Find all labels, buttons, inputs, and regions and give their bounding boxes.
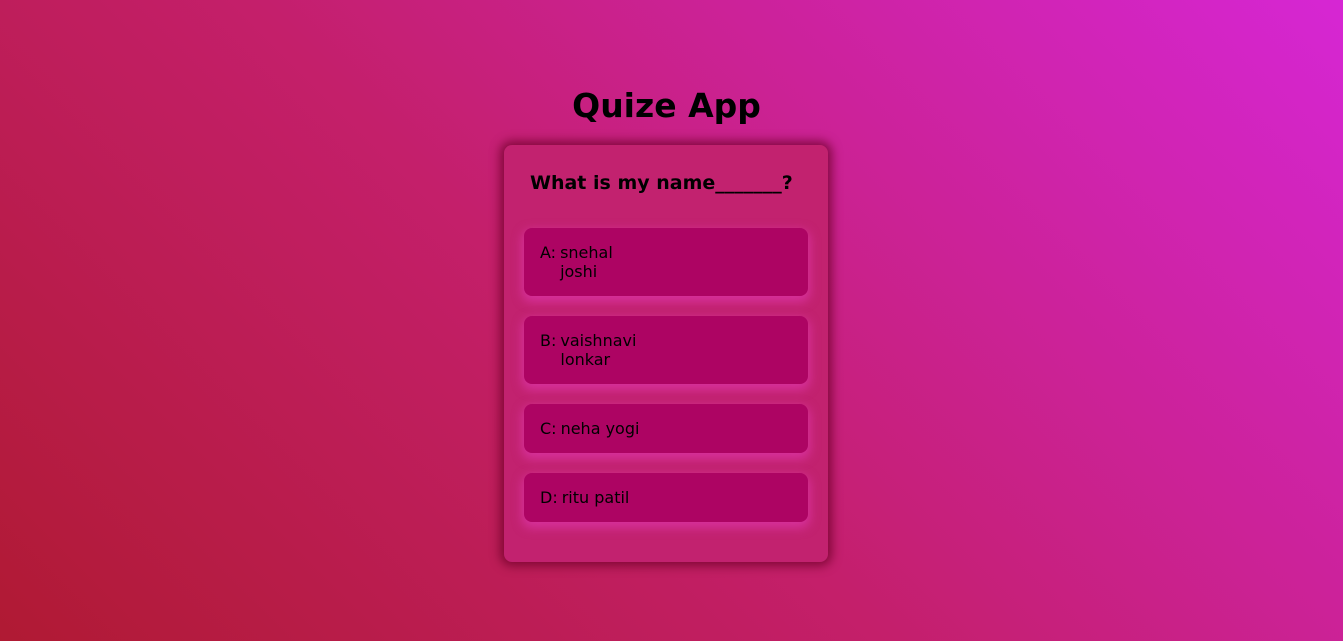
option-letter: C: — [540, 419, 557, 438]
option-letter: A: — [540, 243, 557, 262]
option-text: ritu patil — [561, 488, 630, 507]
answer-option-a[interactable]: A: snehal joshi — [524, 228, 808, 296]
option-letter: B: — [540, 331, 557, 350]
option-text: vaishnavi lonkar — [560, 331, 637, 369]
answer-option-b[interactable]: B: vaishnavi lonkar — [524, 316, 808, 384]
option-text: snehal joshi — [560, 243, 613, 281]
app-title: Quize App — [572, 86, 761, 125]
quiz-card: What is my name_______? A: snehal joshi … — [504, 145, 828, 562]
answer-option-c[interactable]: C: neha yogi — [524, 404, 808, 453]
answer-option-d[interactable]: D: ritu patil — [524, 473, 808, 522]
question-text: What is my name_______? — [530, 172, 793, 194]
option-letter: D: — [540, 488, 558, 507]
option-text: neha yogi — [560, 419, 640, 438]
